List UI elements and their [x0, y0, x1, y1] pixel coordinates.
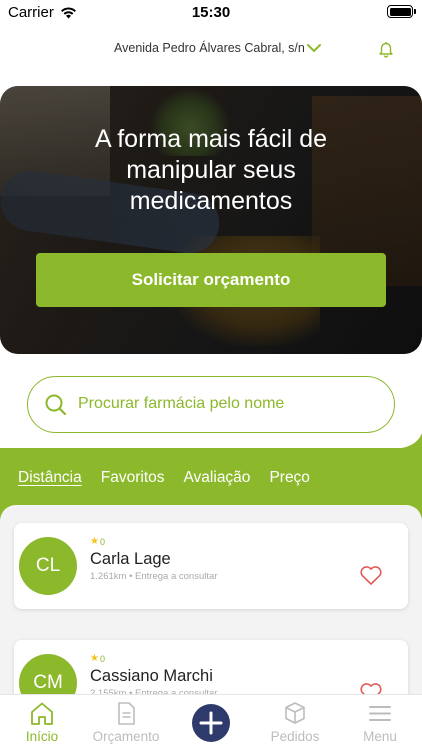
filter-tabs: Distância Favoritos Avaliação Preço — [18, 469, 310, 491]
rating: ★ 0 — [90, 536, 105, 547]
chevron-down-icon[interactable] — [306, 41, 322, 55]
tabbar-orders[interactable]: Pedidos — [253, 701, 337, 744]
bell-icon[interactable] — [377, 40, 395, 58]
rating: ★ 0 — [90, 653, 105, 664]
search-input[interactable] — [78, 391, 378, 417]
tabbar-home-label: Início — [25, 729, 59, 744]
tabbar-quote-label: Orçamento — [92, 729, 160, 744]
pharmacy-name: Cassiano Marchi — [90, 667, 213, 685]
clock: 15:30 — [191, 4, 231, 21]
hero-banner: A forma mais fácil de manipular seus med… — [0, 86, 422, 354]
hero-title: A forma mais fácil de manipular seus med… — [94, 125, 328, 215]
tabbar-menu[interactable]: Menu — [338, 701, 422, 744]
tab-rating[interactable]: Avaliação — [184, 469, 251, 491]
pharmacy-name: Carla Lage — [90, 550, 171, 568]
pharmacy-card[interactable]: CL ★ 0 Carla Lage 1.261km • Entrega a co… — [14, 523, 408, 609]
plus-icon — [199, 711, 223, 735]
address-selector[interactable]: Avenida Pedro Álvares Cabral, s/n — [114, 41, 305, 55]
avatar: CL — [19, 537, 77, 595]
box-icon — [285, 702, 305, 724]
pharmacy-meta: 1.261km • Entrega a consultar — [90, 571, 218, 582]
bottom-tab-bar: Início Orçamento Pedidos Menu — [0, 694, 422, 750]
rating-value: 0 — [99, 653, 105, 664]
tabbar-menu-label: Menu — [363, 729, 397, 744]
address-header: Avenida Pedro Álvares Cabral, s/n — [0, 38, 422, 62]
tabbar-orders-label: Pedidos — [270, 729, 320, 744]
rating-value: 0 — [99, 536, 105, 547]
search-bar[interactable] — [27, 376, 395, 433]
tabbar-home[interactable]: Início — [0, 701, 84, 744]
document-icon — [118, 702, 135, 725]
home-icon — [31, 702, 53, 725]
star-icon: ★ — [90, 653, 99, 664]
request-quote-button[interactable]: Solicitar orçamento — [36, 253, 386, 307]
hamburger-icon — [369, 706, 391, 721]
add-button[interactable] — [192, 704, 230, 742]
star-icon: ★ — [90, 536, 99, 547]
heart-icon[interactable] — [359, 565, 383, 586]
tab-price[interactable]: Preço — [269, 469, 310, 491]
status-bar: Carrier 15:30 — [0, 0, 422, 26]
battery-icon — [387, 5, 416, 18]
search-icon — [45, 394, 67, 416]
tabbar-quote[interactable]: Orçamento — [84, 701, 168, 744]
tab-favorites[interactable]: Favoritos — [101, 469, 165, 491]
tab-distance[interactable]: Distância — [18, 469, 82, 491]
